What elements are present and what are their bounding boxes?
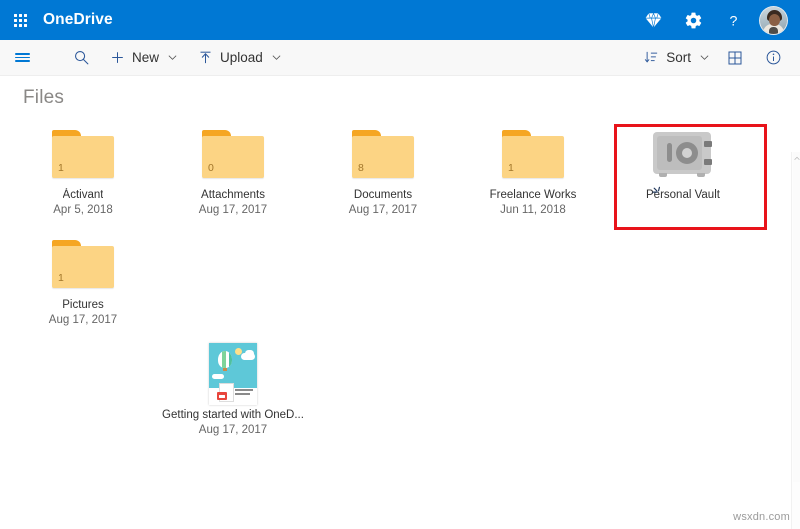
new-button[interactable]: New (104, 40, 184, 76)
command-bar: New Upload Sort (0, 40, 800, 76)
folder-icon: 1 (52, 130, 114, 178)
tile-spacer (458, 228, 608, 338)
folder-icon: 1 (52, 240, 114, 288)
chevron-down-icon (167, 52, 178, 63)
watermark-text: wsxdn.com (733, 511, 790, 523)
diamond-premium-icon (645, 12, 661, 28)
tile-name: Freelance Works (489, 189, 577, 201)
search-button[interactable] (58, 40, 104, 76)
brand-title[interactable]: OneDrive (43, 11, 113, 29)
tile-name: Áctivant (62, 189, 104, 201)
folder-icon: 1 (502, 130, 564, 178)
onedrive-web-app: OneDrive ? New Upload Sort Files 1 Áctiv… (0, 0, 800, 529)
app-launcher-waffle-icon (13, 13, 27, 27)
tile-spacer (308, 228, 458, 338)
tile-name: Getting started with OneD... (162, 409, 304, 421)
suite-header-bar: OneDrive ? (0, 0, 800, 40)
search-magnifier-icon (74, 51, 88, 65)
tile-name: Documents (353, 189, 413, 201)
sort-descending-icon (644, 50, 659, 65)
folder-icon: 0 (202, 130, 264, 178)
tile-spacer (608, 228, 758, 338)
file-tile-activant[interactable]: 1 Áctivant Apr 5, 2018 (8, 118, 158, 228)
plus-icon (110, 50, 125, 65)
page-title: Files (23, 87, 65, 108)
files-content-area: Files 1 Áctivant Apr 5, 2018 0 Attachmen… (0, 76, 800, 529)
tile-thumbnail (608, 120, 758, 188)
info-circle-icon (766, 50, 780, 65)
new-button-label: New (132, 50, 160, 65)
gear-icon (685, 12, 701, 28)
tile-date: Jun 11, 2018 (500, 204, 566, 216)
premium-button[interactable] (633, 0, 673, 40)
folder-item-count: 0 (208, 162, 214, 174)
sort-button[interactable]: Sort (638, 40, 716, 76)
tile-date: Aug 17, 2017 (48, 314, 118, 326)
chevron-down-icon (271, 52, 282, 63)
folder-item-count: 8 (358, 162, 364, 174)
tile-date: Apr 5, 2018 (53, 204, 113, 216)
tile-thumbnail: 8 (308, 120, 458, 188)
upload-button[interactable]: Upload (192, 40, 288, 76)
tile-date: Aug 17, 2017 (198, 204, 268, 216)
help-button[interactable]: ? (713, 0, 753, 40)
folder-item-count: 1 (58, 272, 64, 284)
folder-item-count: 1 (508, 162, 514, 174)
command-bar-right-actions: Sort (638, 40, 800, 76)
tile-date: Aug 17, 2017 (198, 424, 268, 436)
file-tile-freelance-works[interactable]: 1 Freelance Works Jun 11, 2018 (458, 118, 608, 228)
settings-button[interactable] (673, 0, 713, 40)
tiles-view-icon (728, 51, 742, 64)
file-tile-pictures[interactable]: 1 Pictures Aug 17, 2017 (8, 228, 158, 338)
tile-spacer (8, 338, 158, 448)
scroll-up-arrow-icon[interactable] (793, 154, 800, 162)
upload-arrow-icon (198, 50, 213, 65)
svg-text:?: ? (729, 13, 737, 29)
tile-thumbnail: 0 (158, 120, 308, 188)
tile-thumbnail: 1 (8, 120, 158, 188)
navigation-toggle-button[interactable] (0, 40, 44, 76)
tile-name: Personal Vault (646, 189, 720, 201)
tile-thumbnail: 1 (8, 230, 158, 298)
upload-button-label: Upload (220, 50, 263, 65)
account-avatar-button[interactable] (753, 0, 793, 40)
tile-name: Attachments (201, 189, 265, 201)
folder-icon: 8 (352, 130, 414, 178)
avatar (758, 5, 788, 35)
safe-vault-icon (650, 128, 716, 180)
view-options-button[interactable] (716, 40, 754, 76)
chevron-down-icon (699, 52, 710, 63)
file-tile-documents[interactable]: 8 Documents Aug 17, 2017 (308, 118, 458, 228)
vertical-scrollbar[interactable] (791, 152, 800, 529)
hamburger-menu-icon (14, 51, 30, 64)
suite-header-actions: ? (633, 0, 800, 40)
tile-thumbnail: 1 (458, 120, 608, 188)
question-mark-help-icon: ? (729, 13, 737, 29)
app-launcher-button[interactable] (0, 0, 40, 40)
tile-date: Aug 17, 2017 (348, 204, 418, 216)
file-tile-getting-started-pdf[interactable]: Getting started with OneD... Aug 17, 201… (158, 338, 308, 448)
tile-thumbnail (158, 340, 308, 408)
pdf-document-thumbnail (209, 343, 257, 405)
scrollbar-thumb[interactable] (793, 152, 800, 482)
tile-name: Pictures (62, 299, 104, 311)
folder-item-count: 1 (58, 162, 64, 174)
details-pane-button[interactable] (754, 40, 792, 76)
file-tile-attachments[interactable]: 0 Attachments Aug 17, 2017 (158, 118, 308, 228)
files-tile-grid: 1 Áctivant Apr 5, 2018 0 Attachments Aug… (8, 118, 778, 448)
sort-button-label: Sort (666, 50, 691, 65)
file-tile-personal-vault[interactable]: Personal Vault (608, 118, 758, 228)
tile-spacer (158, 228, 308, 338)
